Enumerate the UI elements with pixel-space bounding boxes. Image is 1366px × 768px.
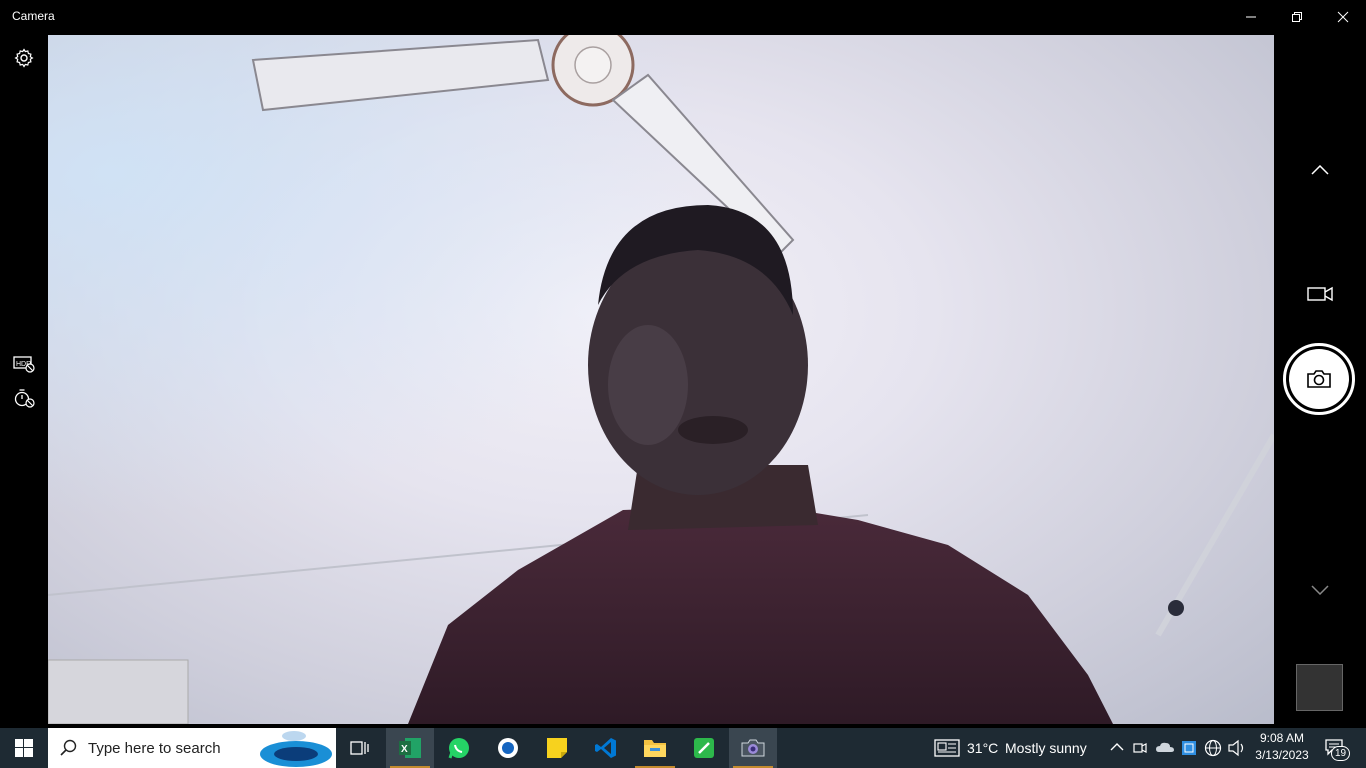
left-rail: HDR — [0, 34, 48, 728]
minimize-button[interactable] — [1228, 0, 1274, 34]
search-box[interactable]: Type here to search — [48, 728, 336, 768]
title-bar: Camera — [0, 0, 1366, 34]
timer-off-icon — [14, 389, 35, 408]
hdr-button[interactable]: HDR — [12, 352, 36, 376]
video-camera-icon — [1307, 286, 1333, 302]
window-title: Camera — [12, 9, 55, 23]
task-view-icon — [350, 741, 369, 755]
green-app-icon — [694, 738, 714, 758]
taskbar-app-whatsapp[interactable] — [435, 728, 483, 768]
taskbar-app-camera[interactable] — [729, 728, 777, 768]
sticky-notes-icon — [547, 738, 567, 758]
whatsapp-icon — [448, 738, 469, 759]
weather-temp[interactable]: 31°C — [967, 740, 998, 756]
taskbar-app-file-explorer[interactable] — [631, 728, 679, 768]
camera-app-icon — [741, 739, 765, 757]
taskbar-app-generic[interactable] — [484, 728, 532, 768]
last-capture-thumbnail[interactable] — [1296, 664, 1343, 711]
taskbar-app-sticky-notes[interactable] — [533, 728, 581, 768]
volume-icon[interactable] — [1227, 739, 1247, 757]
vscode-icon — [595, 738, 616, 758]
taskbar-app-excel[interactable]: X — [386, 728, 434, 768]
network-app-icon[interactable] — [1181, 740, 1197, 756]
chevron-up-icon — [1311, 165, 1329, 175]
settings-button[interactable] — [12, 46, 36, 70]
hdr-off-icon: HDR — [13, 356, 35, 373]
show-hidden-icons-icon[interactable] — [1110, 742, 1124, 752]
camera-preview — [48, 35, 1274, 724]
task-view-button[interactable] — [336, 728, 384, 768]
taskbar: Type here to search X 31°C Mostly sunny … — [0, 728, 1366, 768]
search-highlight-icon — [260, 731, 332, 767]
taskbar-app-green[interactable] — [680, 728, 728, 768]
notification-center-button[interactable]: 19 — [1320, 736, 1351, 762]
camera-feed-image — [48, 35, 1274, 724]
system-clock[interactable]: 9:08 AM 3/13/2023 — [1250, 730, 1314, 764]
folder-icon — [644, 740, 666, 757]
chevron-down-icon — [1311, 585, 1329, 595]
close-button[interactable] — [1320, 0, 1366, 34]
close-icon — [1337, 11, 1349, 23]
taskbar-app-vscode[interactable] — [582, 728, 630, 768]
scroll-up-button[interactable] — [1304, 154, 1336, 186]
scroll-down-button[interactable] — [1304, 574, 1336, 606]
notification-badge: 19 — [1331, 746, 1351, 761]
meet-now-icon[interactable] — [1133, 740, 1147, 756]
excel-icon: X — [399, 738, 421, 758]
camera-icon — [1307, 370, 1331, 388]
search-placeholder: Type here to search — [88, 740, 221, 757]
gear-icon — [14, 48, 34, 68]
weather-condition[interactable]: Mostly sunny — [1005, 740, 1087, 756]
restore-button[interactable] — [1274, 0, 1320, 34]
timer-button[interactable] — [12, 386, 36, 410]
globe-icon[interactable] — [1204, 739, 1222, 757]
minimize-icon — [1246, 16, 1256, 18]
onedrive-icon[interactable] — [1155, 740, 1175, 756]
search-icon — [60, 739, 77, 756]
right-rail — [1274, 34, 1366, 728]
app-icon — [498, 738, 518, 758]
take-photo-button[interactable] — [1283, 343, 1355, 415]
svg-text:X: X — [401, 744, 408, 755]
clock-date: 3/13/2023 — [1255, 748, 1309, 762]
start-button[interactable] — [0, 728, 48, 768]
video-mode-button[interactable] — [1304, 278, 1336, 310]
restore-icon — [1292, 12, 1302, 22]
clock-time: 9:08 AM — [1259, 731, 1305, 745]
news-weather-icon — [934, 739, 960, 757]
windows-logo-icon — [15, 739, 33, 757]
